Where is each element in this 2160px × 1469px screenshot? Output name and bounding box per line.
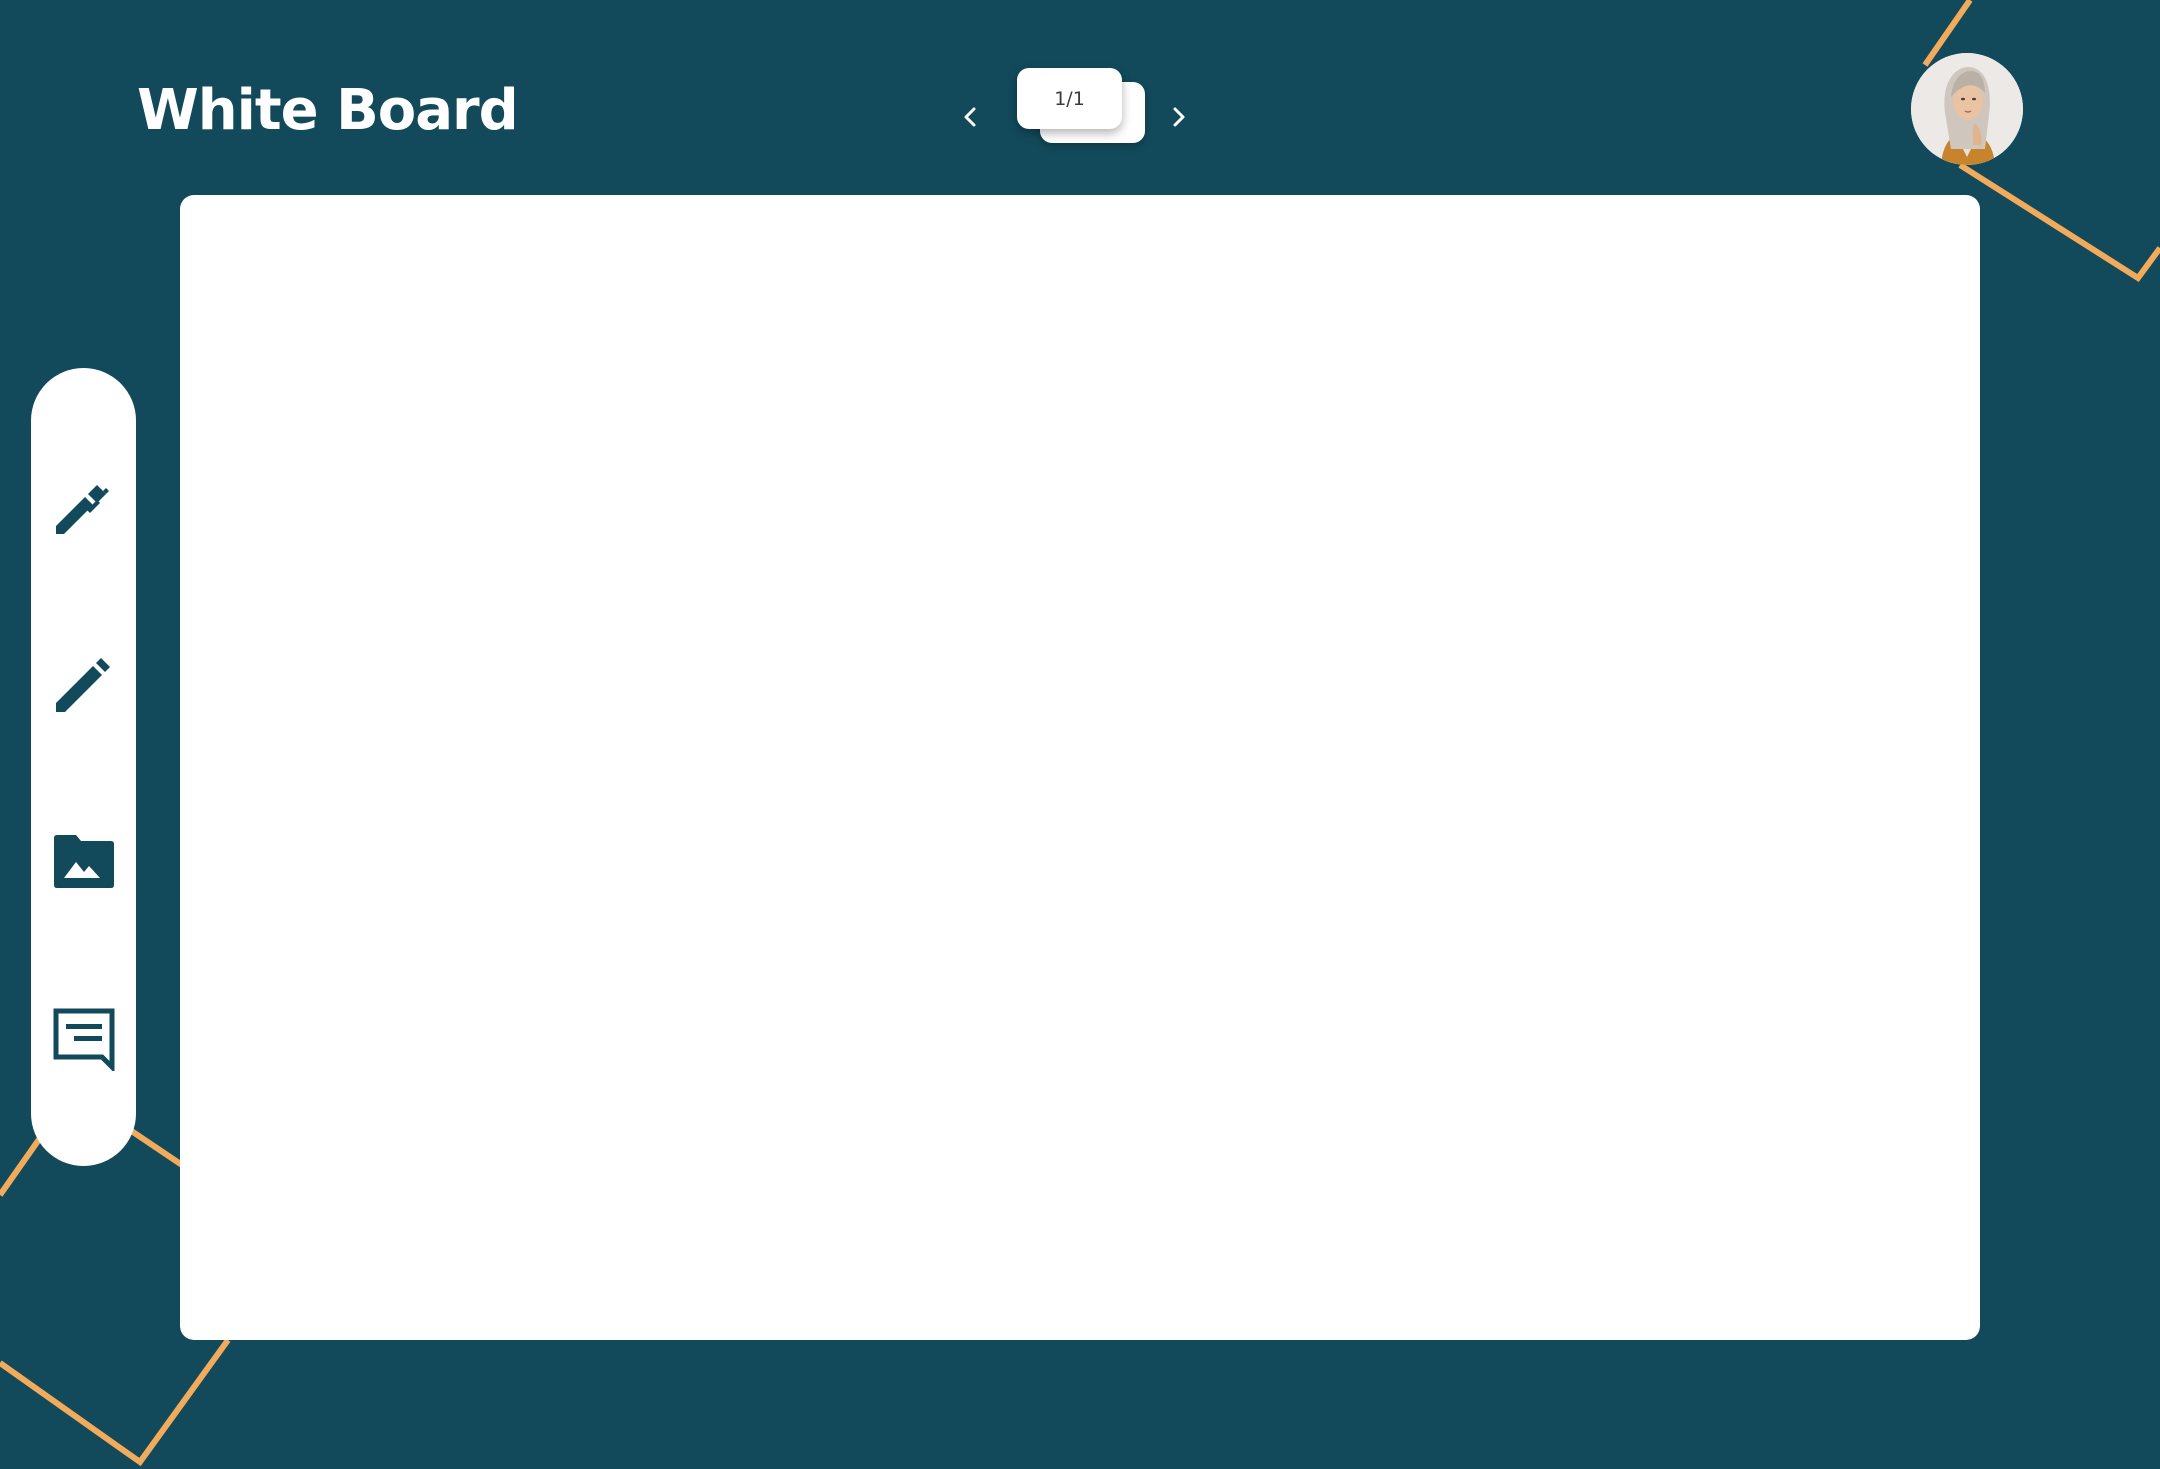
chevron-right-icon bbox=[1173, 107, 1185, 127]
page-title: White Board bbox=[137, 78, 519, 143]
marker-tool-button[interactable] bbox=[50, 473, 118, 541]
app-root: White Board 1/1 bbox=[0, 0, 2160, 1469]
chevron-left-icon bbox=[964, 107, 976, 127]
user-avatar[interactable] bbox=[1911, 53, 2023, 165]
marker-icon bbox=[56, 485, 109, 534]
comment-tool-button[interactable] bbox=[50, 1005, 118, 1073]
pencil-tool-button[interactable] bbox=[50, 651, 118, 719]
tool-sidebar bbox=[31, 368, 136, 1166]
whiteboard-canvas[interactable] bbox=[180, 195, 1980, 1340]
image-folder-icon bbox=[54, 835, 114, 888]
next-page-button[interactable] bbox=[1156, 94, 1202, 140]
comment-icon bbox=[53, 1008, 115, 1071]
pencil-icon bbox=[56, 658, 110, 712]
insert-image-button[interactable] bbox=[50, 828, 118, 896]
user-avatar-image bbox=[1911, 53, 2023, 165]
page-indicator[interactable]: 1/1 bbox=[1017, 68, 1122, 129]
previous-page-button[interactable] bbox=[947, 94, 993, 140]
